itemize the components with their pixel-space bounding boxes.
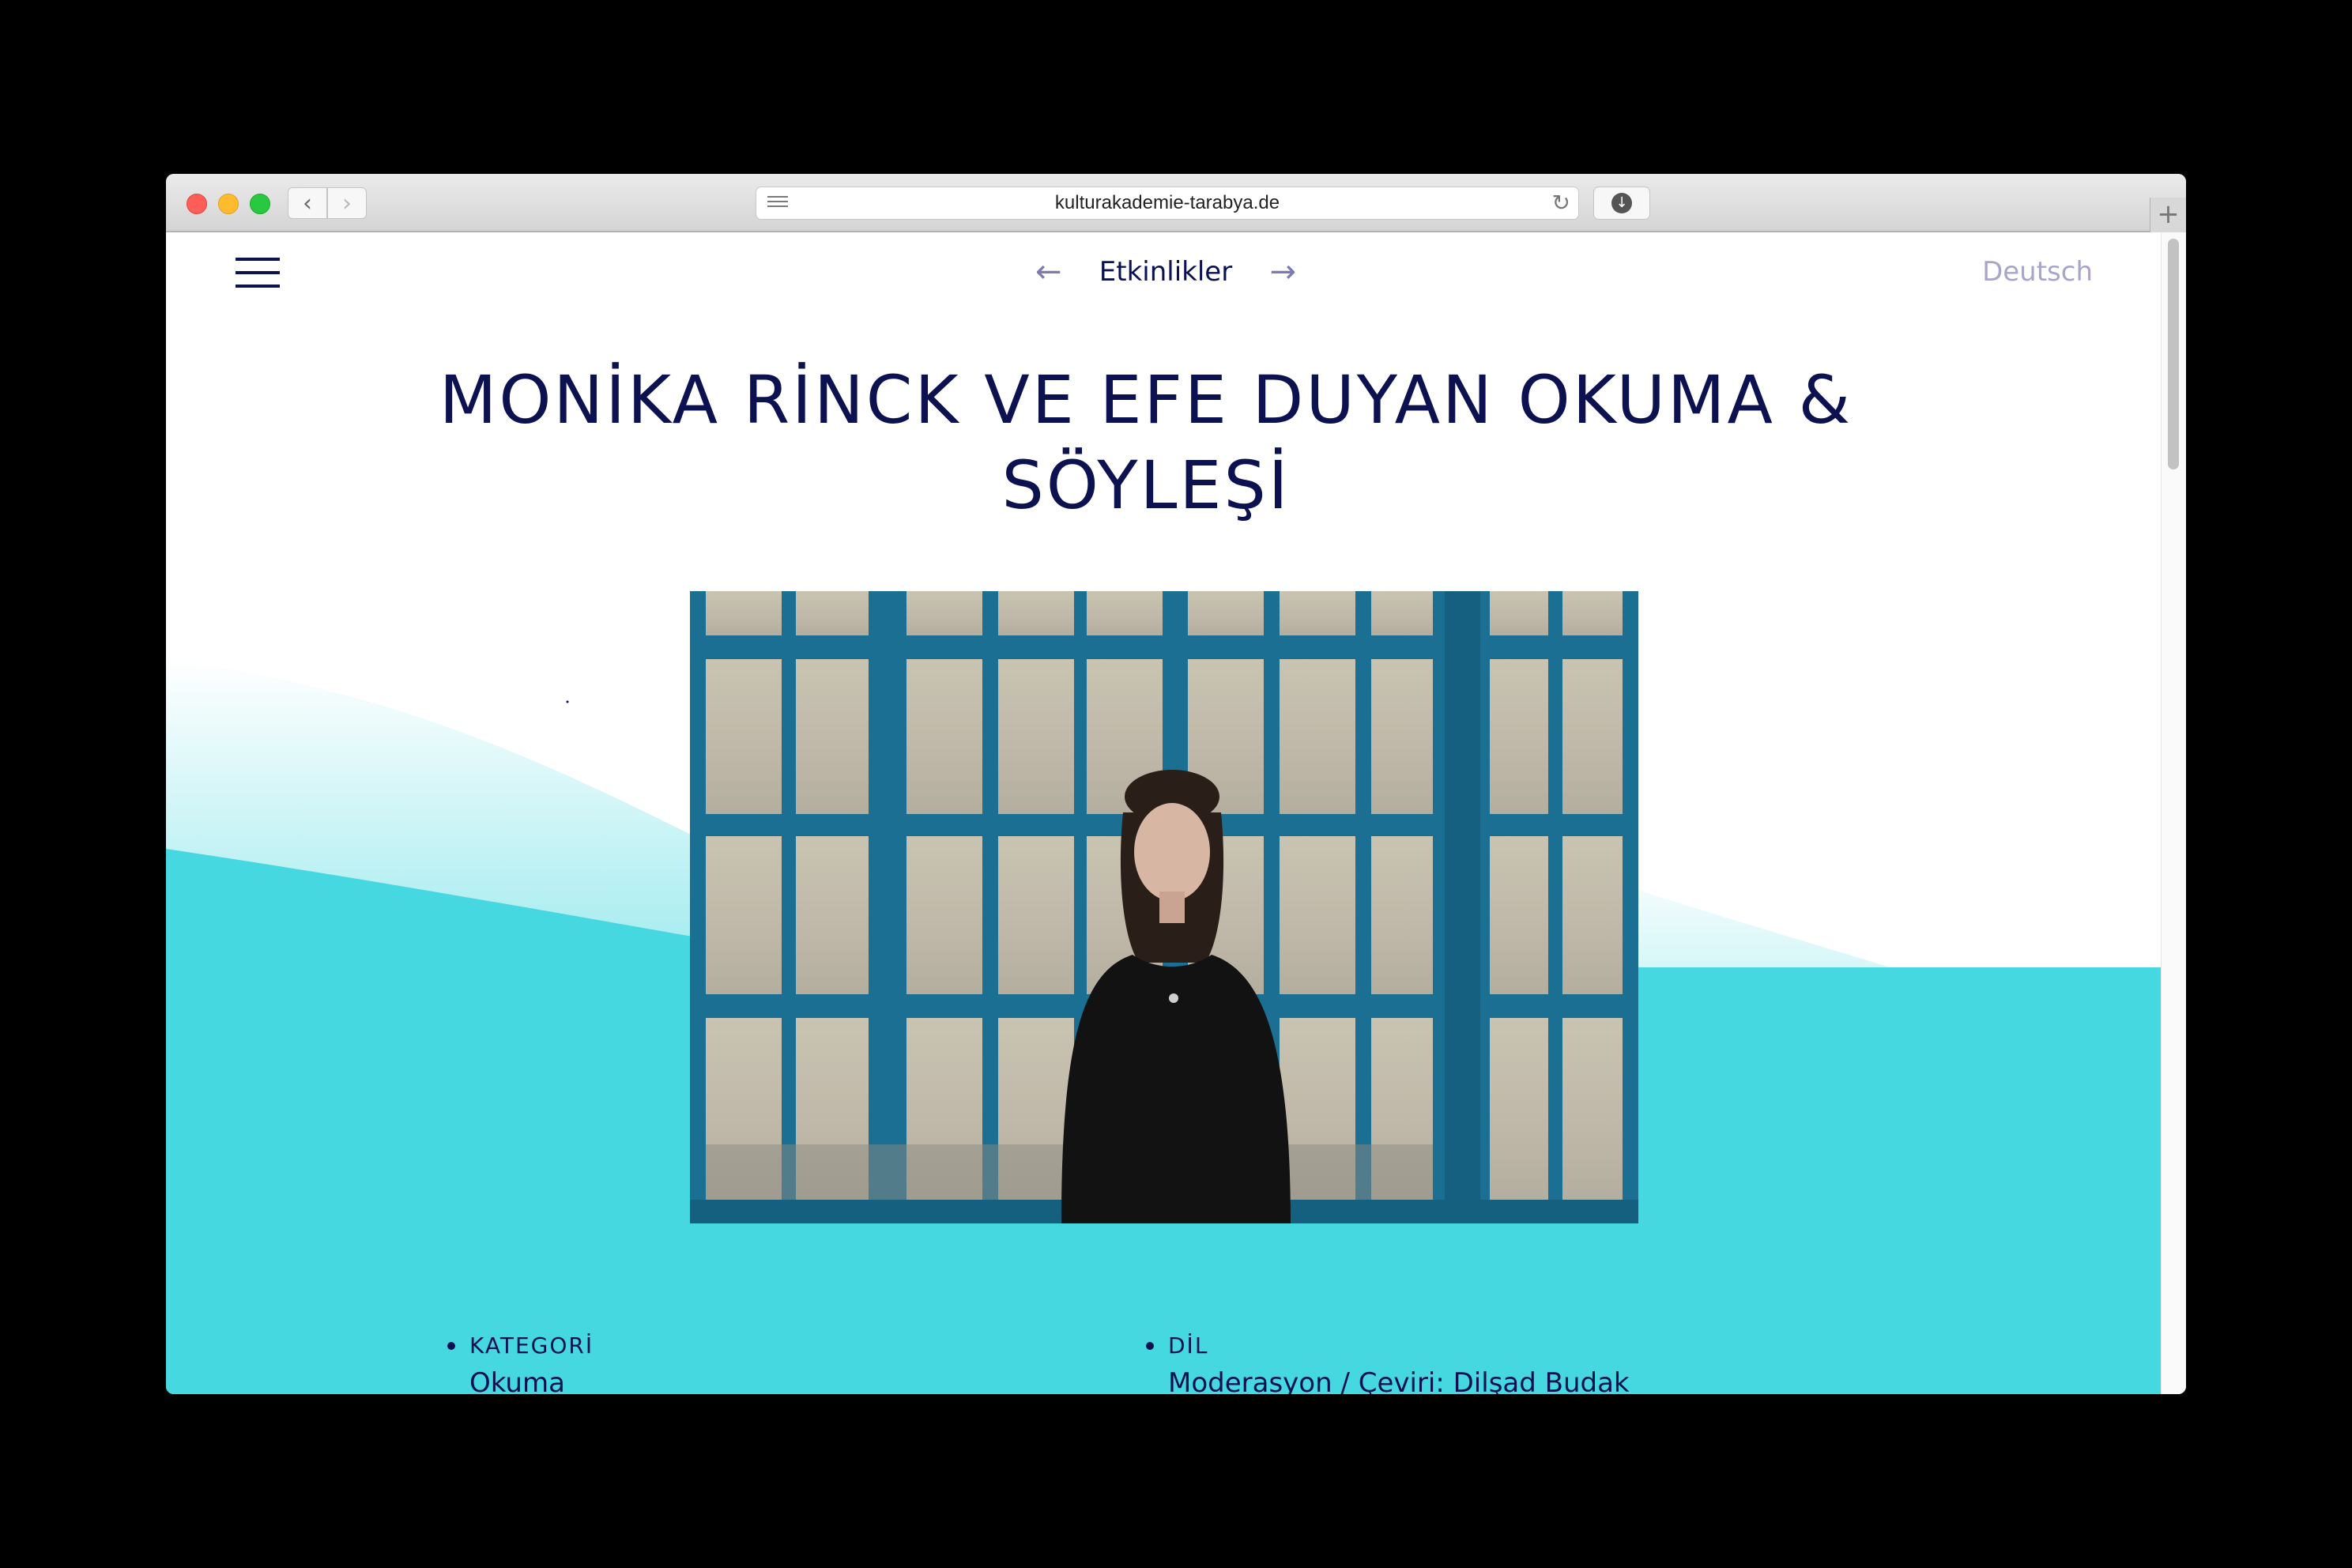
section-title-link[interactable]: Etkinlikler bbox=[1086, 253, 1246, 291]
language-switch-link[interactable]: Deutsch bbox=[1982, 256, 2093, 288]
event-photo bbox=[690, 591, 1638, 1223]
chevron-right-icon: › bbox=[342, 189, 352, 217]
scrollbar-thumb[interactable] bbox=[2168, 239, 2179, 469]
reload-icon[interactable]: ↻ bbox=[1552, 190, 1570, 216]
close-window-button[interactable] bbox=[187, 194, 207, 214]
vertical-scrollbar[interactable] bbox=[2161, 232, 2186, 1394]
browser-toolbar: ‹ › kulturakademie-tarabya.de ↻ ↓ + bbox=[166, 174, 2186, 232]
page-title: MONİKA RİNCK VE EFE DUYAN OKUMA & SÖYLEŞ… bbox=[439, 361, 1853, 524]
new-tab-button[interactable]: + bbox=[2150, 198, 2186, 232]
browser-back-button[interactable]: ‹ bbox=[288, 187, 327, 219]
bullet-icon bbox=[1146, 1342, 1154, 1350]
chevron-left-icon: ‹ bbox=[303, 189, 312, 217]
minimize-window-button[interactable] bbox=[218, 194, 239, 214]
section-navigation: ← Etkinlikler → bbox=[1035, 253, 1296, 292]
detail-value: Okuma bbox=[469, 1367, 565, 1394]
download-icon: ↓ bbox=[1611, 193, 1632, 213]
detail-label: KATEGORİ bbox=[469, 1332, 594, 1359]
downloads-button[interactable]: ↓ bbox=[1593, 187, 1650, 220]
detail-label: DİL bbox=[1168, 1332, 1209, 1359]
browser-window: ‹ › kulturakademie-tarabya.de ↻ ↓ + ← Et… bbox=[166, 174, 2186, 1394]
bullet-icon bbox=[447, 1342, 455, 1350]
address-bar[interactable]: kulturakademie-tarabya.de ↻ bbox=[756, 187, 1579, 220]
page-content: ← Etkinlikler → Deutsch MONİKA RİNCK VE … bbox=[166, 232, 2161, 1394]
browser-forward-button[interactable]: › bbox=[327, 187, 367, 219]
address-url[interactable]: kulturakademie-tarabya.de bbox=[756, 187, 1578, 219]
detail-value: Moderasyon / Çeviri: Dilşad Budak bbox=[1168, 1367, 1630, 1394]
maximize-window-button[interactable] bbox=[250, 194, 270, 214]
arrow-left-icon[interactable]: ← bbox=[1035, 253, 1062, 291]
hamburger-icon[interactable] bbox=[236, 258, 280, 288]
arrow-right-icon[interactable]: → bbox=[1269, 253, 1296, 291]
